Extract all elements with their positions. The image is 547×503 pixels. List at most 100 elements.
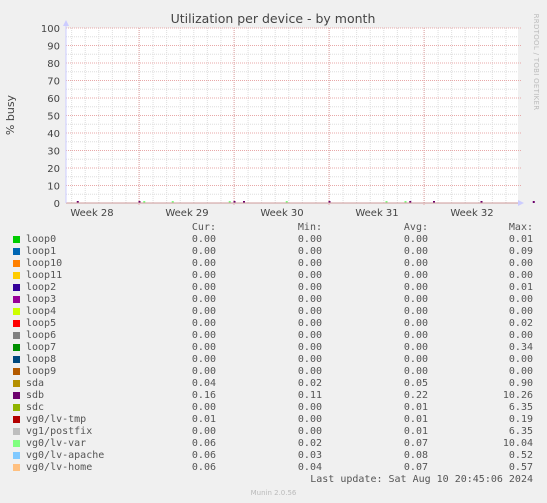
legend-swatch-icon — [13, 344, 20, 351]
series-min: 0.00 — [297, 414, 322, 425]
legend-row: loop0 0.00 0.00 0.00 0.01 — [0, 234, 547, 246]
legend-row: loop9 0.00 0.00 0.00 0.00 — [0, 366, 547, 378]
series-cur: 0.00 — [191, 246, 216, 257]
legend-row: sda 0.04 0.02 0.05 0.90 — [0, 378, 547, 390]
header-min: Min: — [297, 222, 322, 233]
legend-row: loop8 0.00 0.00 0.00 0.00 — [0, 354, 547, 366]
series-cur: 0.06 — [191, 438, 216, 449]
series-min: 0.00 — [297, 282, 322, 293]
x-tick-label: Week 28 — [70, 208, 113, 219]
series-name: loop11 — [26, 270, 63, 281]
data-spike — [532, 201, 535, 203]
legend-row: vg0/lv-tmp 0.01 0.00 0.01 0.19 — [0, 414, 547, 426]
series-name: loop10 — [26, 258, 63, 269]
legend-swatch-icon — [13, 236, 20, 243]
legend-swatch-icon — [13, 284, 20, 291]
series-name: loop3 — [26, 294, 57, 305]
series-min: 0.00 — [297, 306, 322, 317]
series-name: sda — [26, 378, 45, 389]
series-cur: 0.00 — [191, 282, 216, 293]
series-max: 0.00 — [508, 306, 533, 317]
x-tick-label: Week 29 — [165, 208, 208, 219]
legend-header: Cur: Min: Avg: Max: — [0, 222, 547, 234]
series-cur: 0.00 — [191, 318, 216, 329]
series-min: 0.00 — [297, 270, 322, 281]
series-cur: 0.04 — [191, 378, 216, 389]
series-max: 0.00 — [508, 258, 533, 269]
series-cur: 0.00 — [191, 234, 216, 245]
series-cur: 0.00 — [191, 366, 216, 377]
legend-row: vg0/lv-apache 0.06 0.03 0.08 0.52 — [0, 450, 547, 462]
series-name: loop4 — [26, 306, 57, 317]
series-name: sdb — [26, 390, 45, 401]
series-max: 0.34 — [508, 342, 533, 353]
legend-row: loop4 0.00 0.00 0.00 0.00 — [0, 306, 547, 318]
series-max: 0.00 — [508, 270, 533, 281]
series-name: loop1 — [26, 246, 57, 257]
series-name: loop7 — [26, 342, 57, 353]
legend-swatch-icon — [13, 440, 20, 447]
legend-row: sdb 0.16 0.11 0.22 10.26 — [0, 390, 547, 402]
legend-swatch-icon — [13, 428, 20, 435]
series-avg: 0.00 — [403, 366, 428, 377]
series-name: loop2 — [26, 282, 57, 293]
y-tick-label: 20 — [47, 164, 60, 175]
header-cur: Cur: — [191, 222, 216, 233]
legend-swatch-icon — [13, 260, 20, 267]
series-max: 0.01 — [508, 234, 533, 245]
series-min: 0.00 — [297, 354, 322, 365]
series-avg: 0.00 — [403, 330, 428, 341]
legend-swatch-icon — [13, 332, 20, 339]
series-min: 0.11 — [297, 390, 322, 401]
y-axis-label: % busy — [4, 94, 17, 135]
series-min: 0.00 — [297, 330, 322, 341]
series-max: 6.35 — [508, 426, 533, 437]
series-cur: 0.06 — [191, 450, 216, 461]
legend-row: loop6 0.00 0.00 0.00 0.00 — [0, 330, 547, 342]
legend-swatch-icon — [13, 248, 20, 255]
series-name: loop0 — [26, 234, 57, 245]
series-min: 0.00 — [297, 426, 322, 437]
legend-swatch-icon — [13, 296, 20, 303]
series-min: 0.02 — [297, 438, 322, 449]
series-avg: 0.00 — [403, 354, 428, 365]
series-max: 0.00 — [508, 294, 533, 305]
series-cur: 0.06 — [191, 462, 216, 473]
legend-swatch-icon — [13, 272, 20, 279]
series-avg: 0.00 — [403, 258, 428, 269]
series-avg: 0.01 — [403, 426, 428, 437]
x-tick-label: Week 31 — [355, 208, 398, 219]
y-axis-arrow-icon — [63, 20, 69, 26]
legend-swatch-icon — [13, 452, 20, 459]
series-cur: 0.00 — [191, 270, 216, 281]
legend-swatch-icon — [13, 380, 20, 387]
series-cur: 0.00 — [191, 306, 216, 317]
series-avg: 0.00 — [403, 318, 428, 329]
series-avg: 0.00 — [403, 270, 428, 281]
series-cur: 0.00 — [191, 426, 216, 437]
legend-row: vg0/lv-var 0.06 0.02 0.07 10.04 — [0, 438, 547, 450]
legend-row: loop7 0.00 0.00 0.00 0.34 — [0, 342, 547, 354]
legend-swatch-icon — [13, 392, 20, 399]
munin-version: Munin 2.0.56 — [250, 489, 297, 497]
x-tick-label: Week 30 — [260, 208, 303, 219]
chart: Utilization per device - by month % busy… — [4, 11, 540, 219]
series-name: loop9 — [26, 366, 57, 377]
series-max: 0.90 — [508, 378, 533, 389]
y-tick-labels: 0 10 20 30 40 50 60 70 80 90 100 — [41, 24, 60, 210]
y-tick-label: 40 — [47, 129, 60, 140]
series-min: 0.00 — [297, 366, 322, 377]
y-tick-label: 90 — [47, 42, 60, 53]
y-tick-label: 100 — [41, 24, 60, 35]
series-max: 10.26 — [502, 390, 533, 401]
series-avg: 0.05 — [403, 378, 428, 389]
x-axis-arrow-icon — [518, 200, 524, 206]
series-avg: 0.07 — [403, 438, 428, 449]
series-min: 0.00 — [297, 246, 322, 257]
series-cur: 0.00 — [191, 402, 216, 413]
series-min: 0.00 — [297, 294, 322, 305]
series-max: 0.19 — [508, 414, 533, 425]
legend-row: loop2 0.00 0.00 0.00 0.01 — [0, 282, 547, 294]
series-max: 0.01 — [508, 282, 533, 293]
series-avg: 0.01 — [403, 402, 428, 413]
